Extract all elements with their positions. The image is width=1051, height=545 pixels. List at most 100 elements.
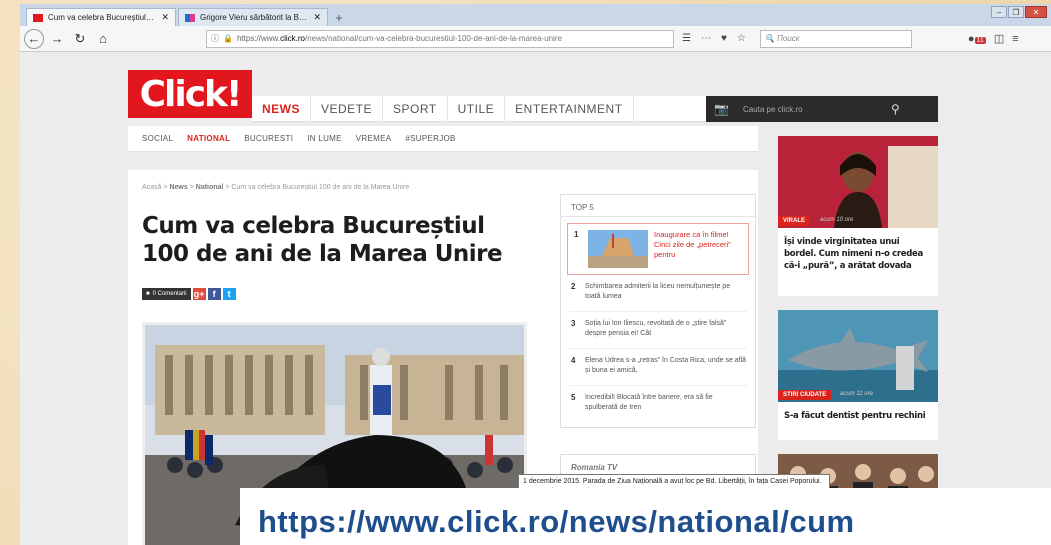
top5-heading: TOP 5 (561, 195, 755, 217)
subnav-social[interactable]: SOCIAL (142, 134, 173, 143)
minimize-icon[interactable]: – (991, 6, 1007, 18)
new-tab-button[interactable]: + (330, 10, 348, 26)
tab-click-article[interactable]: Cum va celebra Bucureștiul 100 ✕ (26, 8, 176, 26)
site-search-input[interactable]: Cauta pe click.ro (743, 105, 883, 114)
search-placeholder: Поиск (777, 34, 800, 43)
sidebar-icon[interactable]: ◫ (994, 32, 1004, 45)
site-header: Click! NEWS VEDETE SPORT UTILE ENTERTAIN… (128, 66, 938, 126)
close-window-icon[interactable]: ✕ (1025, 6, 1047, 18)
bookmark-star-icon[interactable]: ☆ (737, 33, 746, 44)
info-icon[interactable]: ⓘ (211, 33, 219, 44)
breadcrumb-news[interactable]: News (169, 184, 187, 191)
subnav-vremea[interactable]: VREMEA (356, 134, 392, 143)
click-logo[interactable]: Click! (128, 70, 252, 118)
subnav-bucuresti[interactable]: BUCURESTI (244, 134, 293, 143)
click-favicon (33, 13, 43, 22)
page-actions-icon[interactable]: ⋯ (701, 33, 711, 44)
reload-icon[interactable]: ↻ (70, 29, 90, 49)
share-bar: ■ 0 Comentarii g+ f t (142, 288, 236, 300)
nav-news[interactable]: NEWS (252, 95, 311, 122)
site-search-bar: 📷 Cauta pe click.ro ⚲ (706, 96, 938, 122)
camera-icon[interactable]: 📷 (714, 102, 729, 116)
twitter-share-button[interactable]: t (222, 288, 236, 300)
top5-item[interactable]: 2 Schimbarea admiterii la liceu nemulțum… (569, 275, 747, 312)
close-tab-icon[interactable]: ✕ (313, 12, 321, 23)
extension-icon[interactable]: ● 11 (968, 33, 986, 45)
card-image: VIRALE acum 10 ore (778, 136, 938, 228)
card-caption[interactable]: Își vinde virginitatea unui bordel. Cum … (778, 228, 938, 280)
search-icon: 🔍 (764, 34, 778, 43)
sub-nav: SOCIAL NATIONAL BUCURESTI IN LUME VREMEA… (128, 126, 758, 152)
home-icon[interactable]: ⌂ (93, 29, 113, 49)
site-container: Click! NEWS VEDETE SPORT UTILE ENTERTAIN… (128, 52, 938, 545)
timestamp: acum 10 ore (820, 217, 854, 223)
top5-item[interactable]: 1 Inaugurare ca în filme! Cinci zile de … (567, 223, 749, 275)
top5-text: Incredibil! Blocată între bariere, era s… (585, 394, 713, 411)
breadcrumb: Acasă > News > National > Cum va celebra… (142, 184, 410, 191)
subnav-in-lume[interactable]: IN LUME (307, 134, 342, 143)
restore-icon[interactable]: ❐ (1008, 6, 1024, 18)
forward-arrow-icon[interactable]: → (47, 29, 67, 49)
subnav-superjob[interactable]: #SUPERJOB (405, 134, 455, 143)
url-actions: ☰ ⋯ ♥ ☆ (682, 33, 746, 44)
sidebar-card[interactable]: STIRI CIUDATE acum 11 ore S-a făcut dent… (778, 310, 938, 440)
tab-title: Cum va celebra Bucureștiul 100 (48, 13, 156, 22)
google-plus-share-button[interactable]: g+ (192, 288, 206, 300)
top5-text: Soția lui Ion Iliescu, revoltată de o „ș… (585, 320, 727, 337)
nav-entertainment[interactable]: ENTERTAINMENT (505, 95, 634, 122)
close-tab-icon[interactable]: ✕ (161, 12, 169, 23)
browser-search-input[interactable]: 🔍 Поиск (759, 29, 912, 48)
url-domain: click.ro (280, 34, 305, 43)
top5-number: 3 (571, 319, 576, 328)
top5-number: 5 (571, 393, 576, 402)
reader-view-icon[interactable]: ☰ (682, 33, 691, 44)
site-favicon (185, 13, 195, 22)
url-caption-overlay: https://www.click.ro/news/national/cum (240, 488, 1051, 545)
top5-number: 4 (571, 356, 576, 365)
page-viewport: Click! NEWS VEDETE SPORT UTILE ENTERTAIN… (20, 52, 1051, 545)
facebook-share-button[interactable]: f (207, 288, 221, 300)
top5-widget: TOP 5 1 Inaugurare ca în filme! Cinci zi… (560, 194, 756, 428)
nav-utile[interactable]: UTILE (448, 95, 506, 122)
top5-number: 1 (574, 230, 579, 239)
navigation-bar: ← → ↻ ⌂ ⓘ 🔒 https://www. click.ro/news/na… (20, 26, 1051, 52)
top5-item[interactable]: 4 Elena Udrea s-a „retras” în Costa Rica… (569, 349, 747, 386)
lock-icon: 🔒 (223, 34, 233, 43)
article-title: Cum va celebra Bucureștiul 100 de ani de… (142, 213, 503, 267)
extension-badge: 11 (974, 36, 986, 44)
url-prefix: https://www. (236, 34, 281, 43)
url-path: /news/national/cum-va-celebra-bucurestiu… (304, 34, 562, 43)
card-caption[interactable]: S-a făcut dentist pentru rechini (778, 402, 938, 430)
search-icon[interactable]: ⚲ (891, 102, 900, 116)
menu-icon[interactable]: ≡ (1012, 33, 1018, 45)
main-nav: NEWS VEDETE SPORT UTILE ENTERTAINMENT (252, 95, 758, 122)
top5-text: Schimbarea admiterii la liceu nemulțumeș… (585, 283, 731, 300)
subnav-national[interactable]: NATIONAL (187, 134, 230, 143)
breadcrumb-national[interactable]: National (196, 184, 224, 191)
breadcrumb-current: Cum va celebra Bucureștiul 100 de ani de… (231, 184, 410, 191)
woman-photo-illustration (778, 136, 938, 228)
tab-grigore-vieru[interactable]: Grigore Vieru sărbătorit la Bibli ✕ (178, 8, 328, 26)
browser-window: Cum va celebra Bucureștiul 100 ✕ Grigore… (20, 4, 1051, 545)
timestamp: acum 11 ore (840, 391, 873, 397)
shark-photo-illustration (778, 310, 938, 402)
back-arrow-icon[interactable]: ← (24, 28, 44, 49)
url-bar[interactable]: ⓘ 🔒 https://www. click.ro/news/national/c… (206, 29, 674, 48)
top5-number: 2 (571, 282, 576, 291)
category-badge[interactable]: VIRALE (778, 216, 811, 226)
top5-item[interactable]: 3 Soția lui Ion Iliescu, revoltată de o … (569, 312, 747, 349)
comments-button[interactable]: ■ 0 Comentarii (142, 288, 191, 300)
card-image: STIRI CIUDATE acum 11 ore (778, 310, 938, 402)
url-caption-text: https://www.click.ro/news/national/cum (258, 504, 855, 539)
breadcrumb-home[interactable]: Acasă (142, 184, 161, 191)
top5-item[interactable]: 5 Incredibil! Blocată între bariere, era… (569, 386, 747, 423)
tab-title: Grigore Vieru sărbătorit la Bibli (200, 13, 308, 22)
nav-sport[interactable]: SPORT (383, 95, 448, 122)
category-badge[interactable]: STIRI CIUDATE (778, 390, 832, 400)
nav-vedete[interactable]: VEDETE (311, 95, 384, 122)
tab-bar: Cum va celebra Bucureștiul 100 ✕ Grigore… (20, 4, 1051, 26)
sidebar-card[interactable]: VIRALE acum 10 ore Își vinde virginitate… (778, 136, 938, 296)
top5-text: Inaugurare ca în filme! Cinci zile de „p… (654, 230, 731, 259)
comment-icon: ■ (146, 291, 150, 297)
pocket-icon[interactable]: ♥ (721, 33, 727, 44)
